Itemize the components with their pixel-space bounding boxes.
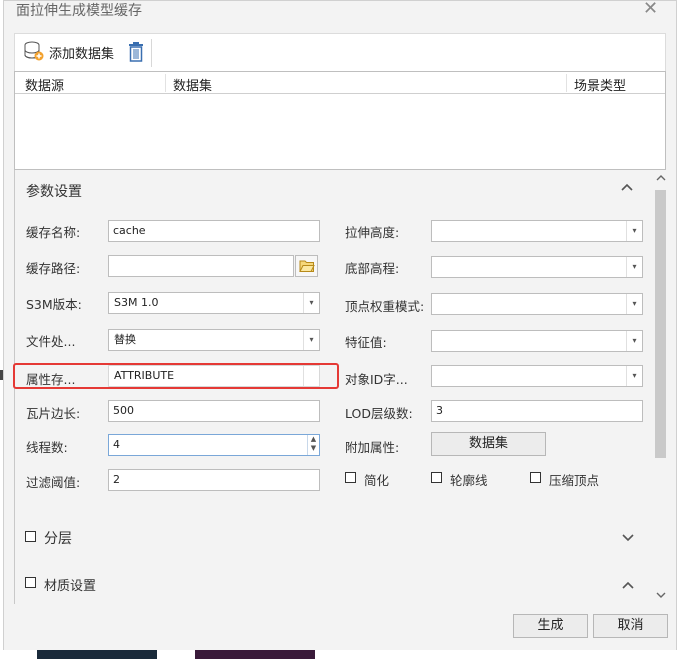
filter-threshold-label: 过滤阈值:: [26, 475, 81, 490]
cache-path-input[interactable]: [108, 255, 294, 277]
background-app-strip: [195, 650, 315, 659]
object-id-field-label: 对象ID字...: [345, 372, 408, 387]
column-header-scene-type[interactable]: 场景类型: [574, 75, 626, 94]
expand-layering-chevron-down-icon[interactable]: [622, 532, 634, 546]
chevron-down-icon: ▾: [626, 257, 642, 277]
vertex-weight-mode-label: 顶点权重模式:: [345, 299, 425, 314]
collapse-params-chevron-up-icon[interactable]: [621, 181, 633, 195]
add-dataset-button[interactable]: 添加数据集: [23, 38, 127, 66]
feature-value-label: 特征值:: [345, 335, 387, 350]
window-title: 面拉伸生成模型缓存: [16, 3, 142, 19]
lod-levels-label: LOD层级数:: [345, 406, 413, 421]
file-handling-select[interactable]: 替换 ▾: [108, 329, 320, 351]
thread-count-stepper[interactable]: 4 ▲ ▼: [108, 434, 320, 456]
extrude-height-label: 拉伸高度:: [345, 225, 400, 240]
database-add-icon: [23, 40, 45, 62]
browse-folder-button[interactable]: [295, 255, 318, 277]
outline-checkbox-row[interactable]: 轮廓线: [431, 470, 501, 488]
trash-icon[interactable]: [127, 41, 145, 63]
s3m-version-value: S3M 1.0: [114, 296, 159, 309]
params-scrollbar[interactable]: [654, 175, 667, 598]
column-divider: [566, 74, 567, 92]
file-handling-value: 替换: [114, 333, 136, 346]
compress-vertex-checkbox[interactable]: [530, 472, 541, 483]
thread-count-value: 4: [113, 438, 120, 451]
base-elevation-label: 底部高程:: [345, 261, 400, 276]
vertex-weight-mode-select[interactable]: ▾: [431, 293, 643, 315]
compress-vertex-label: 压缩顶点: [549, 473, 600, 488]
column-header-datasource[interactable]: 数据源: [25, 75, 64, 94]
tile-side-label: 瓦片边长:: [26, 406, 81, 421]
layering-label: 分层: [44, 531, 72, 547]
tile-side-input[interactable]: 500: [108, 400, 320, 422]
attr-storage-highlight: [13, 363, 339, 389]
background-app-strip: [37, 650, 157, 659]
close-icon[interactable]: ✕: [643, 0, 658, 18]
chevron-down-icon: ▾: [626, 366, 642, 386]
s3m-version-label: S3M版本:: [26, 297, 82, 312]
cancel-button[interactable]: 取消: [593, 614, 668, 638]
thread-count-label: 线程数:: [26, 440, 68, 455]
folder-open-icon: [299, 259, 315, 276]
chevron-down-icon: ▾: [303, 330, 319, 350]
outline-checkbox[interactable]: [431, 472, 442, 483]
cache-name-input[interactable]: cache: [108, 220, 320, 242]
file-handling-label: 文件处...: [26, 334, 76, 349]
base-elevation-select[interactable]: ▾: [431, 256, 643, 278]
dataset-table[interactable]: 数据源 数据集 场景类型: [14, 71, 666, 170]
chevron-down-icon: ▾: [303, 293, 319, 313]
toolbar-separator: [151, 39, 152, 67]
cache-path-label: 缓存路径:: [26, 261, 81, 276]
simplify-checkbox[interactable]: [345, 472, 356, 483]
collapse-material-chevron-up-icon[interactable]: [622, 579, 634, 593]
material-label: 材质设置: [44, 579, 97, 594]
toolbar: 添加数据集: [14, 33, 666, 71]
scroll-down-icon[interactable]: [656, 588, 666, 602]
footer-bar: 生成 取消: [4, 604, 676, 650]
add-dataset-label: 添加数据集: [49, 47, 115, 62]
layering-section-header[interactable]: 分层: [24, 527, 224, 547]
generate-button[interactable]: 生成: [513, 614, 588, 638]
scroll-up-icon[interactable]: [656, 174, 666, 185]
s3m-version-select[interactable]: S3M 1.0 ▾: [108, 292, 320, 314]
title-bar: 面拉伸生成模型缓存 ✕: [4, 0, 676, 31]
column-header-dataset[interactable]: 数据集: [173, 75, 212, 94]
scrollbar-thumb[interactable]: [655, 190, 666, 458]
chevron-down-icon: ▾: [626, 294, 642, 314]
stepper-arrows-icon[interactable]: ▲ ▼: [307, 435, 319, 455]
object-id-field-select[interactable]: ▾: [431, 365, 643, 387]
chevron-down-icon: ▾: [626, 221, 642, 241]
material-checkbox[interactable]: [25, 577, 36, 588]
simplify-checkbox-row[interactable]: 简化: [345, 470, 405, 488]
material-section-header[interactable]: 材质设置: [24, 574, 224, 594]
feature-value-select[interactable]: ▾: [431, 330, 643, 352]
compress-vertex-checkbox-row[interactable]: 压缩顶点: [530, 470, 620, 488]
extra-attr-label: 附加属性:: [345, 440, 400, 455]
extrude-height-select[interactable]: ▾: [431, 220, 643, 242]
table-header: 数据源 数据集 场景类型: [15, 72, 665, 94]
layering-checkbox[interactable]: [25, 531, 36, 542]
filter-threshold-input[interactable]: 2: [108, 469, 320, 491]
dialog-window: 面拉伸生成模型缓存 ✕ 添加数据集 数据源 数据集 场景类型 参数设置 缓存名称…: [3, 0, 677, 650]
extra-attr-dataset-button[interactable]: 数据集: [431, 432, 546, 456]
cache-name-label: 缓存名称:: [26, 225, 81, 240]
column-divider: [165, 74, 166, 92]
outline-label: 轮廓线: [450, 473, 488, 488]
params-section-title: 参数设置: [26, 184, 82, 200]
simplify-label: 简化: [364, 473, 390, 488]
chevron-down-icon: ▾: [626, 331, 642, 351]
lod-levels-input[interactable]: 3: [431, 400, 643, 422]
